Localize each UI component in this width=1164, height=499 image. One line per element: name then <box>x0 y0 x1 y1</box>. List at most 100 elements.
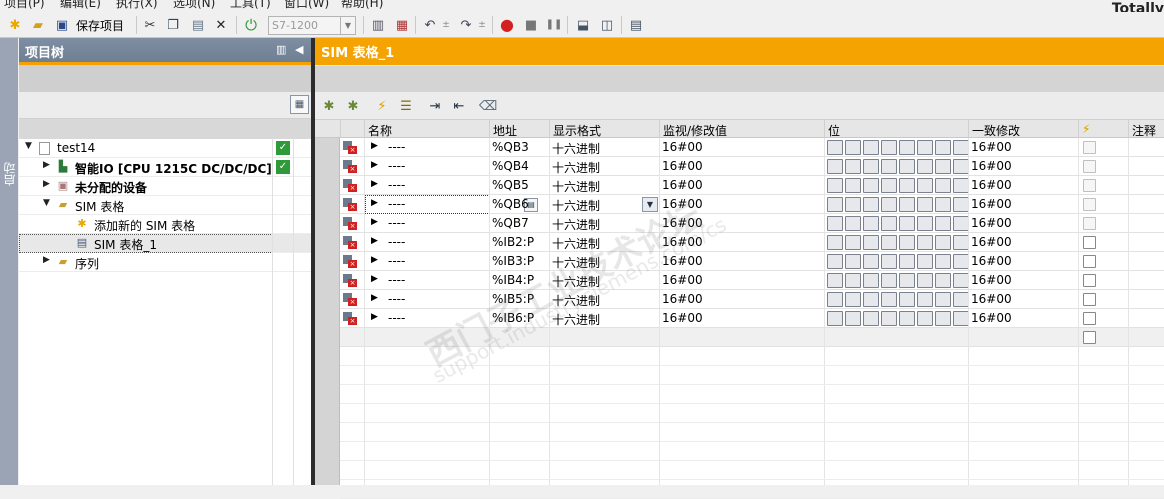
bit-toggle[interactable] <box>953 254 969 269</box>
col-address-header[interactable]: 地址 <box>489 120 549 138</box>
cell-monitor-value[interactable]: 16#00 <box>659 290 824 309</box>
row-header[interactable] <box>315 176 340 195</box>
cell-name[interactable]: ---- <box>385 252 485 271</box>
bit-toggle[interactable] <box>827 292 843 307</box>
bit-toggle[interactable] <box>881 292 897 307</box>
tree-item-add-sim-table[interactable]: ✱ 添加新的 SIM 表格 <box>19 215 311 234</box>
bit-toggle[interactable] <box>935 159 951 174</box>
col-bits-header[interactable]: 位 <box>824 120 968 138</box>
bit-toggle[interactable] <box>863 140 879 155</box>
menu-options[interactable]: 选项(N) <box>173 0 215 11</box>
row-header[interactable] <box>315 195 340 214</box>
bit-toggle[interactable] <box>899 235 915 250</box>
cell-monitor-value[interactable]: 16#00 <box>659 271 824 290</box>
table-row[interactable]: × ▶ ---- %IB2:P 十六进制 16#00 16#00 <box>315 233 1164 252</box>
modify-checkbox[interactable] <box>1083 312 1096 325</box>
menu-help[interactable]: 帮助(H) <box>341 0 383 11</box>
cell-name[interactable]: ---- <box>385 214 485 233</box>
bit-toggle[interactable] <box>827 311 843 326</box>
bit-toggle[interactable] <box>899 140 915 155</box>
modify-checkbox[interactable] <box>1083 236 1096 249</box>
stop-icon[interactable]: ■ <box>522 16 540 34</box>
upload-icon[interactable]: ▦ <box>393 16 411 34</box>
bit-toggle[interactable] <box>917 178 933 193</box>
bit-toggle[interactable] <box>845 254 861 269</box>
bit-toggle[interactable] <box>935 254 951 269</box>
bit-toggle[interactable] <box>881 178 897 193</box>
download-icon[interactable]: ▥ <box>369 16 387 34</box>
cell-consistent-value[interactable]: 16#00 <box>968 290 1078 309</box>
modify-checkbox[interactable] <box>1083 274 1096 287</box>
start-tab-label[interactable]: 启动 <box>1 162 18 186</box>
row-header[interactable] <box>315 271 340 290</box>
menu-project[interactable]: 项目(P) <box>4 0 45 11</box>
menu-execute[interactable]: 执行(X) <box>116 0 158 11</box>
import-icon[interactable]: ⇤ <box>450 97 468 115</box>
save-icon[interactable]: ▣ <box>53 16 71 34</box>
col-consistent-header[interactable]: 一致修改 <box>968 120 1078 138</box>
collapse-panel-icon[interactable]: ◀ <box>295 43 303 56</box>
bit-toggle[interactable] <box>917 273 933 288</box>
cell-address[interactable]: %IB3:P <box>489 252 549 271</box>
cell-format[interactable]: 十六进制 <box>549 309 659 328</box>
bit-toggle[interactable] <box>953 292 969 307</box>
bit-toggle[interactable] <box>917 140 933 155</box>
cell-consistent-value[interactable]: 16#00 <box>968 157 1078 176</box>
modify-all-icon[interactable]: ☰ <box>397 97 415 115</box>
chevron-down-icon[interactable]: ▼ <box>340 17 355 34</box>
cell-monitor-value[interactable]: 16#00 <box>659 309 824 328</box>
export-icon[interactable]: ⇥ <box>426 97 444 115</box>
add-row-icon[interactable]: ✱ <box>320 97 338 115</box>
cell-monitor-value[interactable]: 16#00 <box>659 195 824 214</box>
cell-name[interactable]: ---- <box>385 233 485 252</box>
table-row[interactable]: × ▤ ▶ ---- %QB6 十六进制 16#00 16#00 ▼ <box>315 195 1164 214</box>
cell-monitor-value[interactable]: 16#00 <box>659 233 824 252</box>
table-row[interactable]: × ▶ ---- %IB4:P 十六进制 16#00 16#00 <box>315 271 1164 290</box>
col-format-header[interactable]: 显示格式 <box>549 120 659 138</box>
cell-format[interactable]: 十六进制 <box>549 138 659 157</box>
split-horizontal-icon[interactable]: ⬓ <box>574 16 592 34</box>
expand-collapsed-icon[interactable]: ▶ <box>371 293 378 303</box>
bit-toggle[interactable] <box>863 273 879 288</box>
bit-toggle[interactable] <box>953 235 969 250</box>
cell-name[interactable]: ---- <box>385 195 485 214</box>
bit-toggle[interactable] <box>935 216 951 231</box>
bit-toggle[interactable] <box>935 235 951 250</box>
save-project-button[interactable]: 保存项目 <box>76 17 124 34</box>
panel-layout-icon[interactable]: ▥ <box>276 43 286 56</box>
cell-name[interactable]: ---- <box>385 176 485 195</box>
table-row[interactable]: × ▶ ---- %QB5 十六进制 16#00 16#00 <box>315 176 1164 195</box>
cut-icon[interactable]: ✂ <box>141 16 159 34</box>
bit-toggle[interactable] <box>917 197 933 212</box>
cell-name[interactable]: ---- <box>385 309 485 328</box>
split-vertical-icon[interactable]: ◫ <box>598 16 616 34</box>
bit-toggle[interactable] <box>881 235 897 250</box>
table-row[interactable]: × ▶ ---- %IB6:P 十六进制 16#00 16#00 <box>315 309 1164 328</box>
window-layout-icon[interactable]: ▤ <box>627 16 645 34</box>
bit-toggle[interactable] <box>881 159 897 174</box>
bit-toggle[interactable] <box>881 216 897 231</box>
bit-toggle[interactable] <box>827 140 843 155</box>
tree-item-sim-table-1[interactable]: ▤ SIM 表格_1 <box>19 234 311 253</box>
row-header[interactable] <box>315 290 340 309</box>
bit-toggle[interactable] <box>863 254 879 269</box>
bit-toggle[interactable] <box>881 311 897 326</box>
cell-consistent-value[interactable]: 16#00 <box>968 252 1078 271</box>
bit-toggle[interactable] <box>917 311 933 326</box>
bit-toggle[interactable] <box>899 254 915 269</box>
bit-toggle[interactable] <box>827 159 843 174</box>
bit-toggle[interactable] <box>827 216 843 231</box>
bit-toggle[interactable] <box>863 216 879 231</box>
bit-toggle[interactable] <box>935 197 951 212</box>
bit-toggle[interactable] <box>827 197 843 212</box>
bit-toggle[interactable] <box>845 273 861 288</box>
copy-icon[interactable]: ❐ <box>164 16 182 34</box>
cell-name[interactable]: ---- <box>385 290 485 309</box>
row-header[interactable] <box>315 233 340 252</box>
chevron-down-icon[interactable]: ▼ <box>642 197 658 212</box>
bit-toggle[interactable] <box>845 159 861 174</box>
disable-modify-icon[interactable]: ⌫ <box>479 97 497 115</box>
open-project-icon[interactable]: ▰ <box>29 16 47 34</box>
cell-address[interactable]: %IB6:P <box>489 309 549 328</box>
bit-toggle[interactable] <box>881 273 897 288</box>
